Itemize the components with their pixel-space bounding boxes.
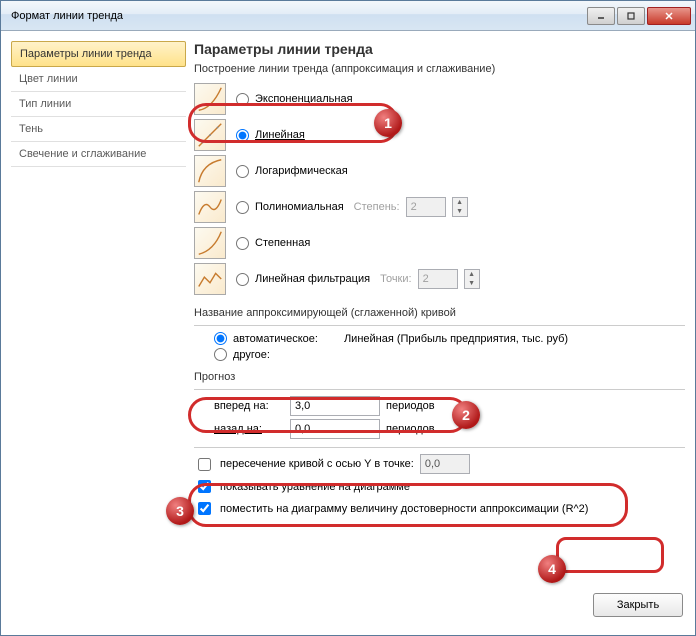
linear-icon <box>194 119 226 151</box>
poly-degree-spinner: ▲▼ <box>452 197 468 217</box>
back-input[interactable] <box>290 419 380 439</box>
divider3 <box>194 447 685 448</box>
annotation-marker-4: 4 <box>538 555 566 583</box>
movavg-points-field: Точки: ▲▼ <box>380 269 479 289</box>
show-equation-checkbox[interactable] <box>198 480 211 493</box>
name-auto-value: Линейная (Прибыль предприятия, тыс. руб) <box>344 333 568 345</box>
show-r2-label: поместить на диаграмму величину достовер… <box>220 503 588 515</box>
poly-degree-input <box>406 197 446 217</box>
divider2 <box>194 389 685 390</box>
intercept-input <box>420 454 470 474</box>
power-icon <box>194 227 226 259</box>
power-radio[interactable]: Степенная <box>236 237 310 250</box>
intercept-checkbox[interactable] <box>198 458 211 471</box>
intercept-label: пересечение кривой с осью Y в точке: <box>220 458 414 470</box>
minimize-button[interactable] <box>587 7 615 25</box>
poly-icon <box>194 191 226 223</box>
show-r2-checkbox[interactable] <box>198 502 211 515</box>
forecast-group-label: Прогноз <box>194 371 685 383</box>
sidebar-item-shadow[interactable]: Тень <box>11 117 186 142</box>
sidebar-item-line-color[interactable]: Цвет линии <box>11 67 186 92</box>
exponential-radio[interactable]: Экспоненциальная <box>236 93 353 106</box>
close-window-button[interactable] <box>647 7 691 25</box>
maximize-button[interactable] <box>617 7 645 25</box>
forward-label: вперед на: <box>214 400 284 412</box>
window-title: Формат линии тренда <box>5 10 585 22</box>
annotation-box-4 <box>556 537 664 573</box>
build-group-label: Построение линии тренда (аппроксимация и… <box>194 63 685 75</box>
exponential-icon <box>194 83 226 115</box>
back-units: периодов <box>386 423 435 435</box>
titlebar: Формат линии тренда <box>1 1 695 31</box>
forward-input[interactable] <box>290 396 380 416</box>
name-other-radio[interactable]: другое: <box>214 348 270 361</box>
sidebar-item-line-type[interactable]: Тип линии <box>11 92 186 117</box>
divider <box>194 325 685 326</box>
content-panel: Параметры линии тренда Построение линии … <box>194 41 685 625</box>
name-group-label: Название аппроксимирующей (сглаженной) к… <box>194 307 685 319</box>
poly-degree-field: Степень: ▲▼ <box>354 197 468 217</box>
show-equation-label: показывать уравнение на диаграмме <box>220 481 410 493</box>
forward-units: периодов <box>386 400 435 412</box>
content-heading: Параметры линии тренда <box>194 41 685 57</box>
linear-radio[interactable]: Линейная <box>236 129 305 142</box>
poly-radio[interactable]: Полиномиальная <box>236 201 344 214</box>
log-radio[interactable]: Логарифмическая <box>236 165 348 178</box>
movavg-points-input <box>418 269 458 289</box>
back-label: назад на: <box>214 423 284 435</box>
sidebar-item-params[interactable]: Параметры линии тренда <box>11 41 186 67</box>
name-auto-radio[interactable]: автоматическое: <box>214 332 318 345</box>
close-button[interactable]: Закрыть <box>593 593 683 617</box>
movavg-radio[interactable]: Линейная фильтрация <box>236 273 370 286</box>
dialog-window: Формат линии тренда Параметры линии трен… <box>0 0 696 636</box>
movavg-points-spinner: ▲▼ <box>464 269 480 289</box>
movavg-icon <box>194 263 226 295</box>
log-icon <box>194 155 226 187</box>
sidebar-item-glow[interactable]: Свечение и сглаживание <box>11 142 186 167</box>
sidebar: Параметры линии тренда Цвет линии Тип ли… <box>11 41 186 625</box>
